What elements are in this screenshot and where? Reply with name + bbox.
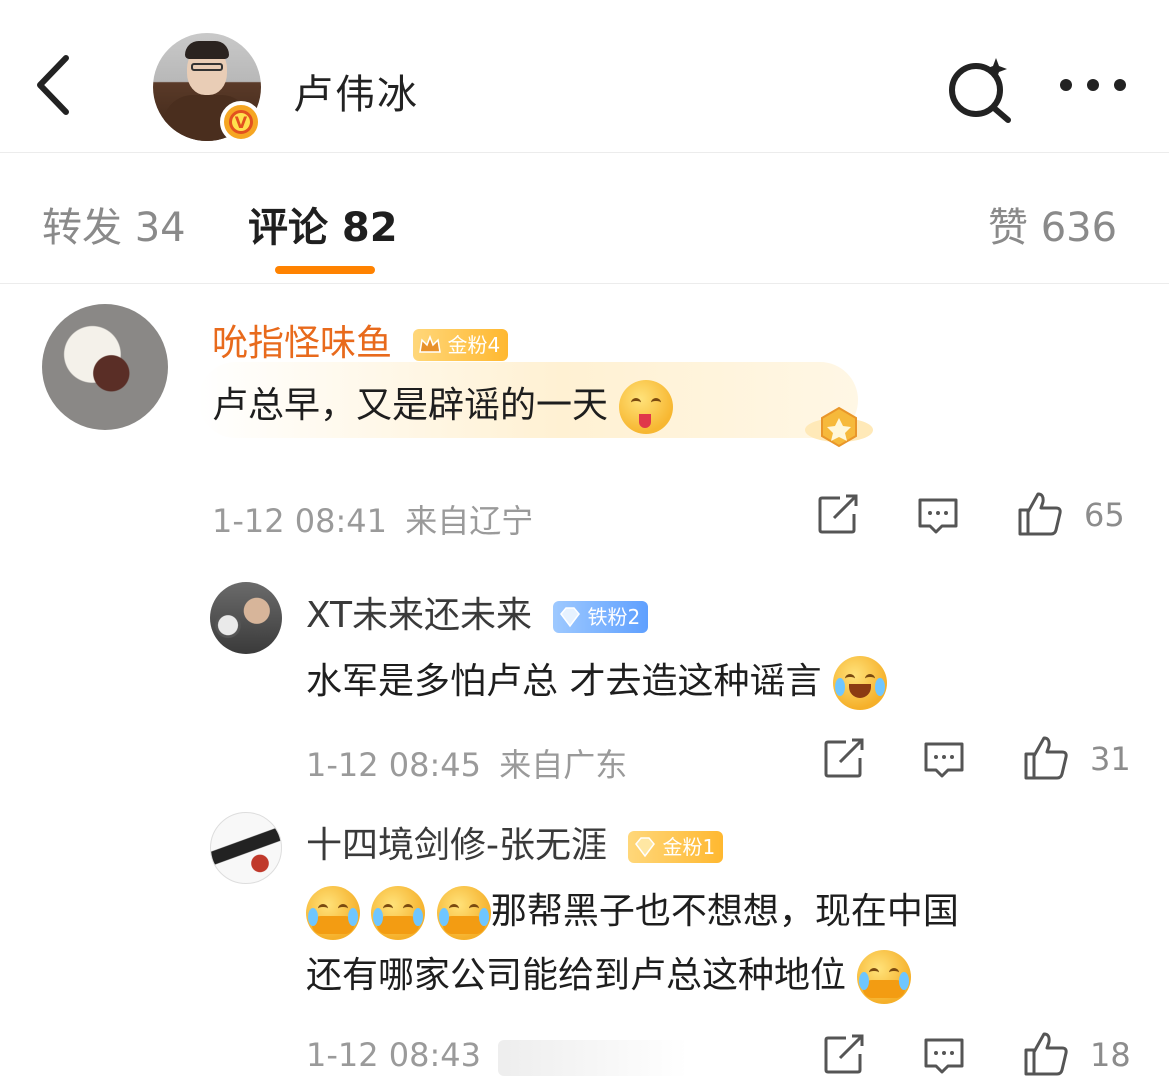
laughing-crying-emoji-icon <box>832 656 887 710</box>
like-count: 65 <box>1084 496 1125 534</box>
comment-meta: 1-12 08:45 来自广东 <box>306 740 627 786</box>
top-bar: V 卢伟冰 <box>0 0 1169 153</box>
tab-likes[interactable]: 赞 636 <box>988 195 1117 253</box>
timestamp: 1-12 08:45 <box>306 746 482 784</box>
like-count: 18 <box>1090 1036 1131 1074</box>
tab-comments[interactable]: 评论 82 <box>248 195 398 253</box>
avatar[interactable] <box>42 304 168 430</box>
repost-icon[interactable] <box>822 738 866 780</box>
location: 来自辽宁 <box>405 502 534 540</box>
like-count: 31 <box>1090 740 1131 778</box>
comment-item: 吮指怪味鱼 金粉4 卢总早，又是辟谣的一天 1-12 08:41 来自辽宁 65 <box>0 284 1169 554</box>
blurred-location <box>498 1040 688 1076</box>
crying-face-icon <box>436 886 491 940</box>
username[interactable]: 吮指怪味鱼 金粉4 <box>212 314 509 366</box>
chevron-left-icon <box>37 55 69 115</box>
like-icon[interactable] <box>1022 734 1070 782</box>
avatar[interactable] <box>210 812 282 884</box>
timestamp: 1-12 08:43 <box>306 1036 482 1074</box>
comment-text: 那帮黑子也不想想，现在中国 还有哪家公司能给到卢总这种地位 <box>306 880 959 1008</box>
drooling-emoji-icon <box>619 380 674 434</box>
fan-badge[interactable]: 铁粉2 <box>553 601 649 633</box>
comment-item: XT未来还未来 铁粉2 水军是多怕卢总 才去造这种谣言 1-12 08:45 来… <box>0 570 1169 810</box>
back-button[interactable] <box>30 50 80 120</box>
reply-icon[interactable] <box>916 496 960 536</box>
search-sparkle-icon <box>949 58 1011 123</box>
crown-badge-icon <box>419 334 442 353</box>
fan-badge[interactable]: 金粉1 <box>628 831 724 863</box>
timestamp: 1-12 08:41 <box>212 502 388 540</box>
gold-medal-icon <box>805 406 873 448</box>
comment-meta: 1-12 08:41 来自辽宁 <box>212 496 533 542</box>
comment-text: 水军是多怕卢总 才去造这种谣言 <box>306 652 887 710</box>
fan-badge[interactable]: 金粉4 <box>413 329 509 361</box>
verified-badge-icon: V <box>220 101 262 143</box>
diamond-badge-icon <box>560 607 581 628</box>
repost-icon[interactable] <box>816 494 860 536</box>
repost-icon[interactable] <box>822 1034 866 1076</box>
tab-reposts[interactable]: 转发 34 <box>42 195 186 253</box>
comment-meta: 1-12 08:43 <box>306 1036 481 1074</box>
location: 来自广东 <box>499 746 628 784</box>
more-dots-icon <box>1060 79 1126 91</box>
like-icon[interactable] <box>1016 490 1064 538</box>
search-button[interactable] <box>944 52 1016 124</box>
crying-face-icon <box>371 886 426 940</box>
crying-face-icon <box>306 886 360 940</box>
page-title[interactable]: 卢伟冰 <box>293 62 419 120</box>
gem-badge-icon <box>635 837 656 858</box>
active-tab-indicator <box>275 266 375 274</box>
avatar[interactable] <box>210 582 282 654</box>
comment-text: 卢总早，又是辟谣的一天 <box>212 376 674 434</box>
reply-icon[interactable] <box>922 1036 966 1076</box>
reply-icon[interactable] <box>922 740 966 780</box>
username[interactable]: 十四境剑修-张无涯 金粉1 <box>306 816 724 868</box>
crying-face-icon <box>857 950 912 1004</box>
more-button[interactable] <box>1056 70 1130 100</box>
username[interactable]: XT未来还未来 铁粉2 <box>306 586 649 638</box>
tab-bar: 转发 34 评论 82 赞 636 <box>0 153 1169 284</box>
like-icon[interactable] <box>1022 1030 1070 1078</box>
